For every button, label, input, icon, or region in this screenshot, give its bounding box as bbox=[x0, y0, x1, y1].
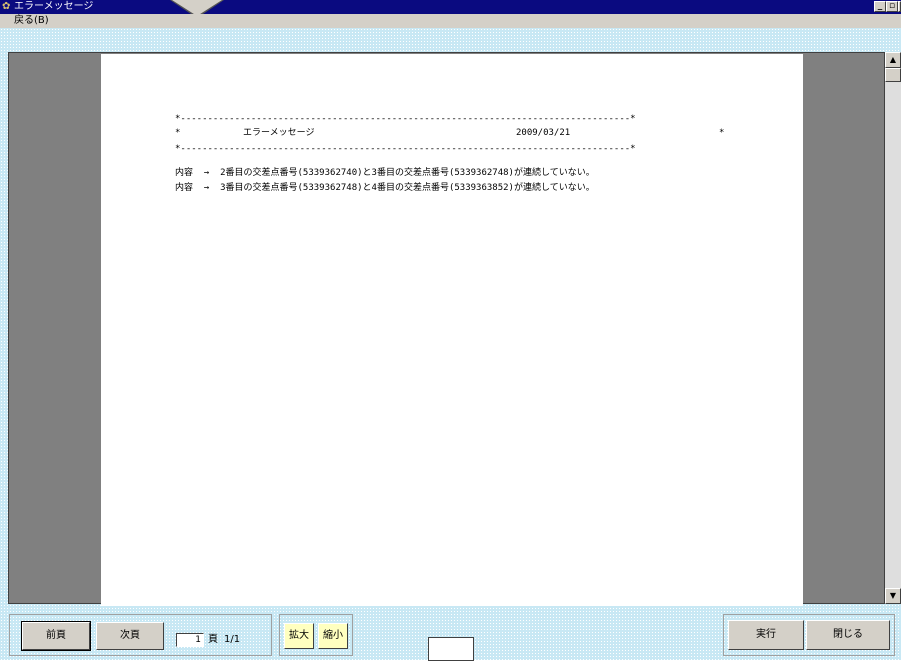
next-page-button[interactable]: 次頁 bbox=[96, 622, 164, 650]
report-line: 内容 → 2番目の交差点番号(5339362740)と3番目の交差点番号(533… bbox=[175, 168, 595, 178]
prev-page-button[interactable]: 前頁 bbox=[21, 621, 91, 651]
report-date: 2009/03/21 bbox=[516, 128, 571, 138]
report-border-bottom: *---------------------------------------… bbox=[175, 144, 636, 154]
scroll-up-button[interactable]: ▲ bbox=[885, 52, 901, 68]
hidden-panel-stub bbox=[428, 637, 474, 661]
report-star-left: * bbox=[175, 128, 181, 138]
menu-back[interactable]: 戻る(B) bbox=[14, 14, 49, 28]
report-page bbox=[101, 54, 803, 606]
zoom-out-button[interactable]: 縮小 bbox=[318, 623, 348, 649]
restore-button[interactable]: ▫ bbox=[886, 1, 898, 12]
report-line: 内容 → 3番目の交差点番号(5339362748)と4番目の交差点番号(533… bbox=[175, 183, 595, 193]
scroll-down-button[interactable]: ▼ bbox=[885, 588, 901, 604]
title-bar: ✿ エラーメッセージ _ ▫ bbox=[0, 0, 901, 14]
zoom-in-button[interactable]: 拡大 bbox=[284, 623, 314, 649]
page-count-label: 1/1 bbox=[224, 634, 241, 645]
page-number-input[interactable]: 1 bbox=[176, 633, 204, 647]
page-unit-label: 頁 bbox=[208, 634, 218, 645]
minimize-button[interactable]: _ bbox=[874, 1, 886, 12]
report-title: エラーメッセージ bbox=[243, 128, 315, 138]
scroll-thumb[interactable] bbox=[885, 68, 901, 82]
menu-bar: 戻る(B) bbox=[0, 14, 901, 28]
app-icon: ✿ bbox=[2, 1, 11, 12]
vertical-scrollbar[interactable] bbox=[885, 52, 901, 604]
window-title: エラーメッセージ bbox=[14, 1, 94, 12]
report-border-top: *---------------------------------------… bbox=[175, 114, 636, 124]
report-star-right: * bbox=[719, 128, 725, 138]
close-button[interactable]: 閉じる bbox=[806, 620, 890, 650]
run-button[interactable]: 実行 bbox=[728, 620, 804, 650]
